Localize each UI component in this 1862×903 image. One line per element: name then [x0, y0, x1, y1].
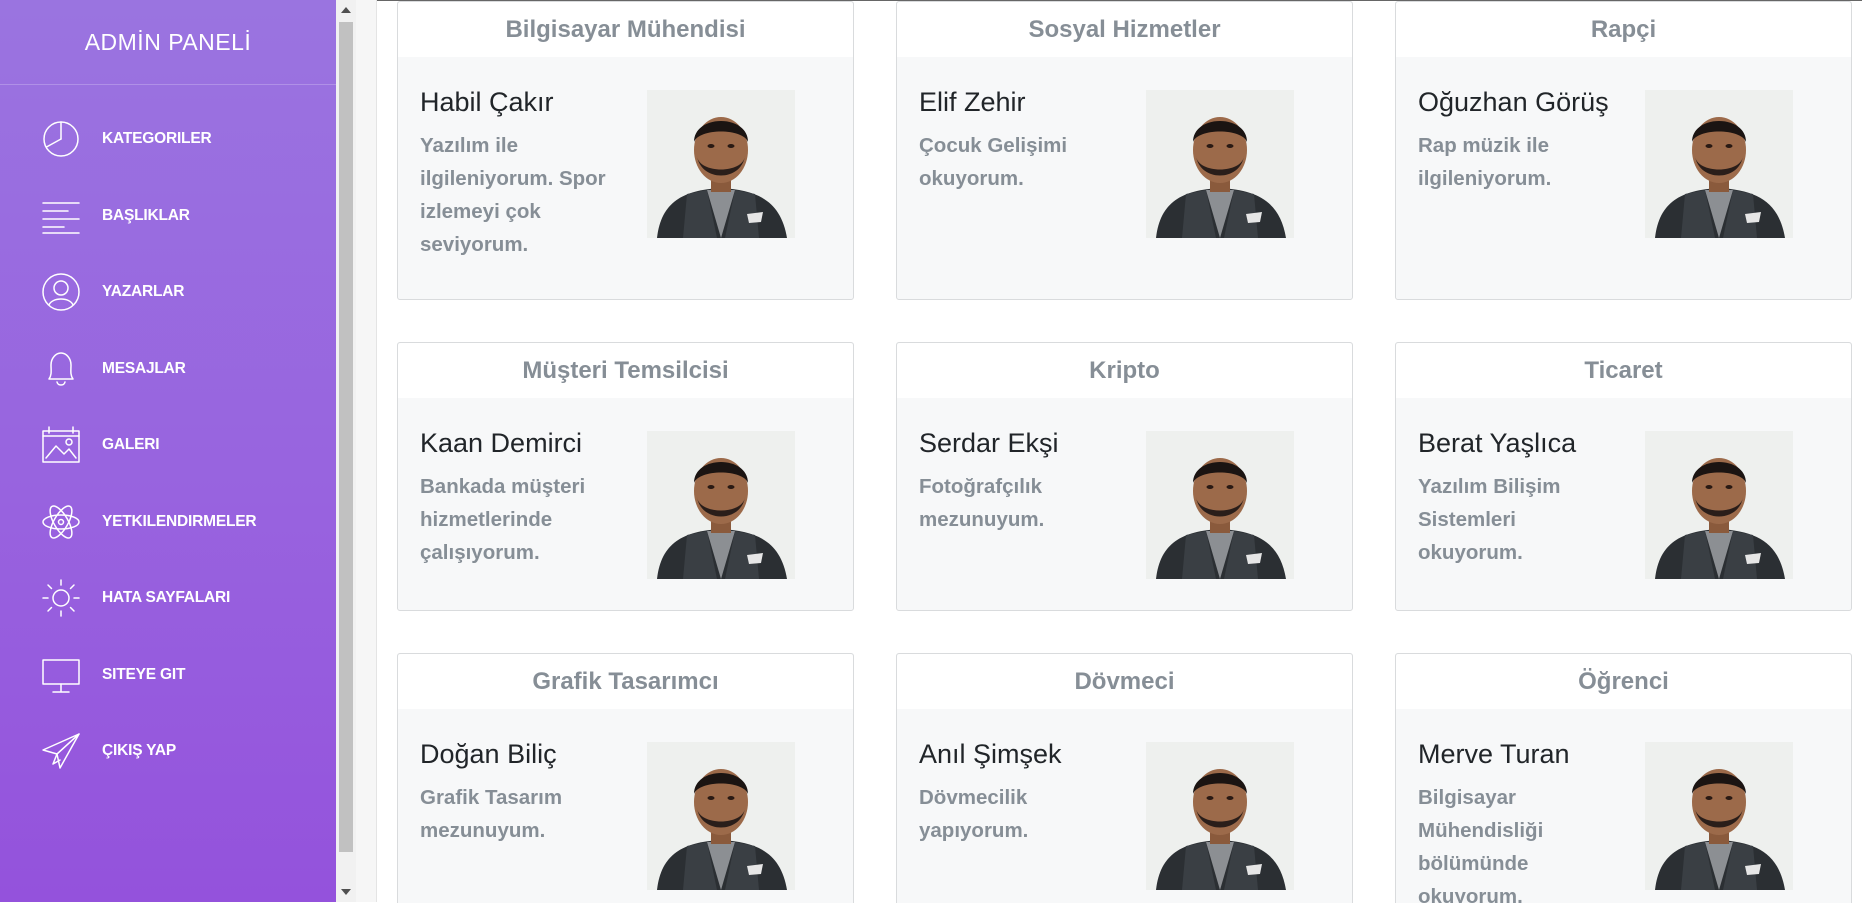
sidebar-item-yetkilendirmeler[interactable]: YETKILENDIRMELER	[0, 484, 336, 561]
scroll-up-arrow-icon[interactable]	[336, 0, 356, 20]
person-description: Bilgisayar Mühendisliği bölümünde okuyor…	[1418, 786, 1544, 903]
card-title: Sosyal Hizmetler	[897, 2, 1352, 57]
card-title: Grafik Tasarımcı	[398, 654, 853, 709]
person-description: Yazılım ile ilgileniyorum. Spor izlemeyi…	[420, 134, 606, 256]
card-body: Serdar Ekşi Fotoğrafçılık mezunuyum.	[897, 398, 1352, 579]
person-description: Grafik Tasarım mezunuyum.	[420, 786, 563, 842]
profile-photo	[1146, 431, 1294, 579]
card-body: Habil Çakır Yazılım ile ilgileniyorum. Sp…	[398, 57, 853, 281]
card-body: Oğuzhan Görüş Rap müzik ile ilgileniyorum…	[1396, 57, 1851, 238]
team-card: Bilgisayar Mühendisi Habil Çakır Yazılım i…	[397, 1, 854, 300]
main-content: Bilgisayar Mühendisi Habil Çakır Yazılım i…	[377, 0, 1862, 903]
card-title: Müşteri Temsilcisi	[398, 343, 853, 398]
profile-photo	[1645, 742, 1793, 890]
person-description: Fotoğrafçılık mezunuyum.	[919, 475, 1045, 531]
team-card: Rapçi Oğuzhan Görüş Rap müzik ile ilgileni…	[1395, 1, 1852, 300]
person-name: Serdar Ekşi	[919, 428, 1059, 458]
team-card: Grafik Tasarımcı Doğan Biliç Grafik Tasarı…	[397, 653, 854, 903]
sidebar-item-label: YAZARLAR	[102, 283, 185, 301]
team-card: Ticaret Berat Yaşlıca Yazılım Bilişim Sist…	[1395, 342, 1852, 611]
profile-photo	[1645, 431, 1793, 579]
team-card: Müşteri Temsilcisi Kaan Demirci Bankada mü…	[397, 342, 854, 611]
person-name: Doğan Biliç	[420, 739, 557, 769]
person-name: Merve Turan	[1418, 739, 1570, 769]
user-icon	[40, 271, 82, 313]
content-gutter	[356, 0, 377, 902]
profile-photo	[1146, 742, 1294, 890]
person-name: Oğuzhan Görüş	[1418, 87, 1609, 117]
person-description: Yazılım Bilişim Sistemleri okuyorum.	[1418, 475, 1561, 564]
sidebar-item-kategoriler[interactable]: KATEGORILER	[0, 101, 336, 178]
sidebar-scrollbar[interactable]	[336, 0, 356, 902]
card-title: Dövmeci	[897, 654, 1352, 709]
person-description: Çocuk Gelişimi okuyorum.	[919, 134, 1068, 190]
gallery-icon	[40, 424, 82, 466]
atom-icon	[40, 501, 82, 543]
profile-photo	[647, 90, 795, 238]
card-title: Öğrenci	[1396, 654, 1851, 709]
person-name: Habil Çakır	[420, 87, 554, 117]
sidebar-item-basliklar[interactable]: BAŞLIKLAR	[0, 178, 336, 255]
sun-icon	[40, 577, 82, 619]
team-card: Sosyal Hizmetler Elif Zehir Çocuk Gelişimi…	[896, 1, 1353, 300]
person-description: Dövmecilik yapıyorum.	[919, 786, 1029, 842]
card-title: Rapçi	[1396, 2, 1851, 57]
team-card: Kripto Serdar Ekşi Fotoğrafçılık mezunuyum…	[896, 342, 1353, 611]
sidebar-item-cikis-yap[interactable]: ÇIKIŞ YAP	[0, 713, 336, 790]
sidebar-item-hata-sayfalari[interactable]: HATA SAYFALARI	[0, 560, 336, 637]
bell-icon	[40, 348, 82, 390]
sidebar-item-label: YETKILENDIRMELER	[102, 512, 257, 530]
scroll-down-arrow-icon[interactable]	[336, 882, 356, 902]
brand-title[interactable]: ADMİN PANELİ	[0, 0, 336, 85]
profile-photo	[647, 431, 795, 579]
sidebar: ADMİN PANELİ KATEGORILER BAŞLIKLAR YAZAR…	[0, 0, 336, 902]
sidebar-item-siteye-git[interactable]: SITEYE GIT	[0, 637, 336, 714]
card-body: Merve Turan Bilgisayar Mühendisliği bölüm…	[1396, 709, 1851, 903]
sidebar-item-label: HATA SAYFALARI	[102, 589, 231, 607]
card-title: Ticaret	[1396, 343, 1851, 398]
sidebar-item-label: SITEYE GIT	[102, 665, 186, 683]
person-name: Anıl Şimşek	[919, 739, 1062, 769]
sidebar-item-label: MESAJLAR	[102, 359, 186, 377]
person-name: Kaan Demirci	[420, 428, 583, 458]
card-title: Bilgisayar Mühendisi	[398, 2, 853, 57]
scrollbar-thumb[interactable]	[339, 22, 353, 852]
lines-icon	[40, 195, 82, 237]
monitor-icon	[40, 654, 82, 696]
card-body: Elif Zehir Çocuk Gelişimi okuyorum.	[897, 57, 1352, 238]
sidebar-item-label: KATEGORILER	[102, 130, 212, 148]
card-body: Kaan Demirci Bankada müşteri hizmetlerind…	[398, 398, 853, 589]
card-body: Berat Yaşlıca Yazılım Bilişim Sistemleri …	[1396, 398, 1851, 589]
paper-plane-icon	[40, 730, 82, 772]
person-name: Berat Yaşlıca	[1418, 428, 1577, 458]
profile-photo	[1146, 90, 1294, 238]
sidebar-nav: KATEGORILER BAŞLIKLAR YAZARLAR MESAJLAR …	[0, 101, 336, 790]
sidebar-item-galeri[interactable]: GALERI	[0, 407, 336, 484]
sidebar-item-mesajlar[interactable]: MESAJLAR	[0, 331, 336, 408]
sidebar-item-yazarlar[interactable]: YAZARLAR	[0, 254, 336, 331]
card-body: Anıl Şimşek Dövmecilik yapıyorum.	[897, 709, 1352, 890]
pie-chart-icon	[40, 118, 82, 160]
team-card: Öğrenci Merve Turan Bilgisayar Mühendisliğ…	[1395, 653, 1852, 903]
profile-photo	[647, 742, 795, 890]
person-description: Bankada müşteri hizmetlerinde çalışıyoru…	[420, 475, 586, 564]
sidebar-item-label: BAŞLIKLAR	[102, 206, 190, 224]
team-card: Dövmeci Anıl Şimşek Dövmecilik yapıyorum.	[896, 653, 1353, 903]
card-body: Doğan Biliç Grafik Tasarım mezunuyum.	[398, 709, 853, 890]
sidebar-item-label: GALERI	[102, 436, 160, 454]
card-title: Kripto	[897, 343, 1352, 398]
sidebar-item-label: ÇIKIŞ YAP	[102, 742, 177, 760]
profile-photo	[1645, 90, 1793, 238]
person-description: Rap müzik ile ilgileniyorum.	[1418, 134, 1552, 190]
person-name: Elif Zehir	[919, 87, 1026, 117]
